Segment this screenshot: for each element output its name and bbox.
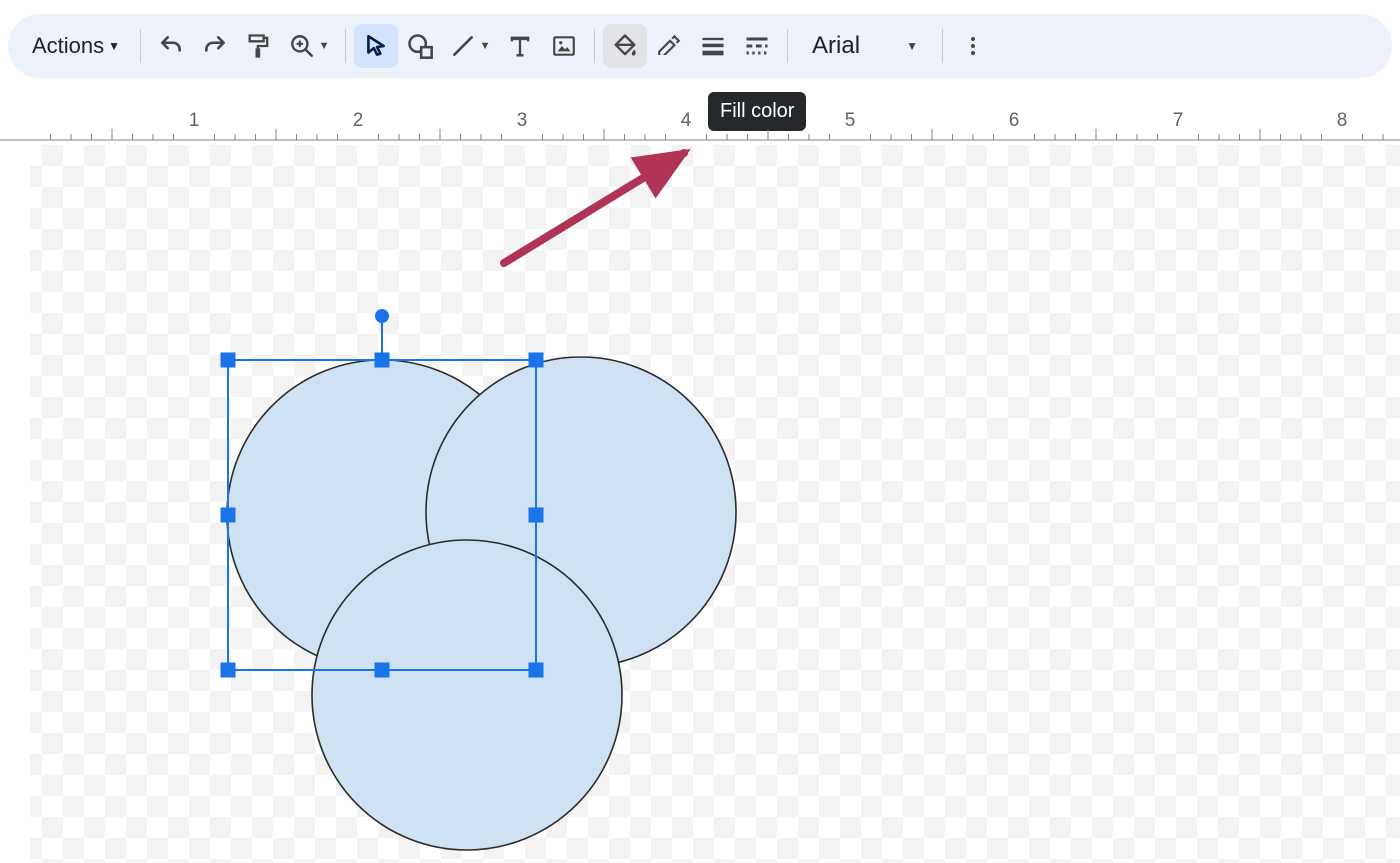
toolbar-separator (140, 29, 141, 63)
paint-format-button[interactable] (237, 24, 281, 68)
redo-icon (202, 33, 228, 59)
text-icon (506, 32, 534, 60)
font-family-label: Arial (812, 32, 860, 60)
resize-handle[interactable] (529, 508, 543, 522)
drawing-canvas[interactable] (0, 145, 1400, 863)
line-tool-button[interactable]: ▼ (442, 24, 498, 68)
rotation-handle[interactable] (375, 309, 389, 323)
vertical-dots-icon (961, 34, 985, 58)
paint-roller-icon (245, 32, 273, 60)
resize-handle[interactable] (529, 353, 543, 367)
more-options-button[interactable] (951, 24, 995, 68)
resize-handle[interactable] (221, 353, 235, 367)
shapes-icon (406, 32, 434, 60)
undo-button[interactable] (149, 24, 193, 68)
svg-text:7: 7 (1173, 110, 1184, 131)
svg-text:2: 2 (353, 110, 364, 131)
border-color-button[interactable] (647, 24, 691, 68)
actions-menu-button[interactable]: Actions ▼ (20, 24, 132, 68)
toolbar-separator (942, 29, 943, 63)
caret-down-icon: ▼ (319, 40, 330, 52)
zoom-in-icon (289, 33, 315, 59)
svg-text:6: 6 (1009, 110, 1020, 131)
cursor-icon (363, 33, 389, 59)
toolbar-separator (345, 29, 346, 63)
line-icon (450, 33, 476, 59)
border-weight-button[interactable] (691, 24, 735, 68)
redo-button[interactable] (193, 24, 237, 68)
svg-text:1: 1 (189, 110, 200, 131)
pencil-icon (656, 33, 682, 59)
undo-icon (158, 33, 184, 59)
caret-down-icon: ▼ (108, 39, 120, 53)
border-dash-button[interactable] (735, 24, 779, 68)
text-box-button[interactable] (498, 24, 542, 68)
svg-text:4: 4 (681, 110, 692, 131)
toolbar-separator (594, 29, 595, 63)
resize-handle[interactable] (529, 663, 543, 677)
ellipse-shape[interactable] (312, 540, 622, 850)
resize-handle[interactable] (221, 663, 235, 677)
caret-down-icon: ▼ (906, 39, 918, 53)
resize-handle[interactable] (221, 508, 235, 522)
zoom-button[interactable]: ▼ (281, 24, 337, 68)
line-dash-icon (743, 32, 771, 60)
shape-tool-button[interactable] (398, 24, 442, 68)
caret-down-icon: ▼ (480, 40, 491, 52)
svg-text:5: 5 (845, 110, 856, 131)
insert-image-button[interactable] (542, 24, 586, 68)
toolbar-separator (787, 29, 788, 63)
line-weight-icon (699, 32, 727, 60)
svg-text:8: 8 (1337, 110, 1348, 131)
horizontal-ruler: 1 2 3 4 5 6 7 8 (0, 102, 1400, 142)
actions-menu-label: Actions (32, 33, 104, 59)
paint-bucket-icon (611, 32, 639, 60)
resize-handle[interactable] (375, 353, 389, 367)
svg-text:3: 3 (517, 110, 528, 131)
image-icon (551, 33, 577, 59)
fill-color-button[interactable] (603, 24, 647, 68)
font-family-picker[interactable]: Arial ▼ (796, 24, 934, 68)
resize-handle[interactable] (375, 663, 389, 677)
main-toolbar: Actions ▼ ▼ ▼ (8, 14, 1392, 78)
select-tool-button[interactable] (354, 24, 398, 68)
